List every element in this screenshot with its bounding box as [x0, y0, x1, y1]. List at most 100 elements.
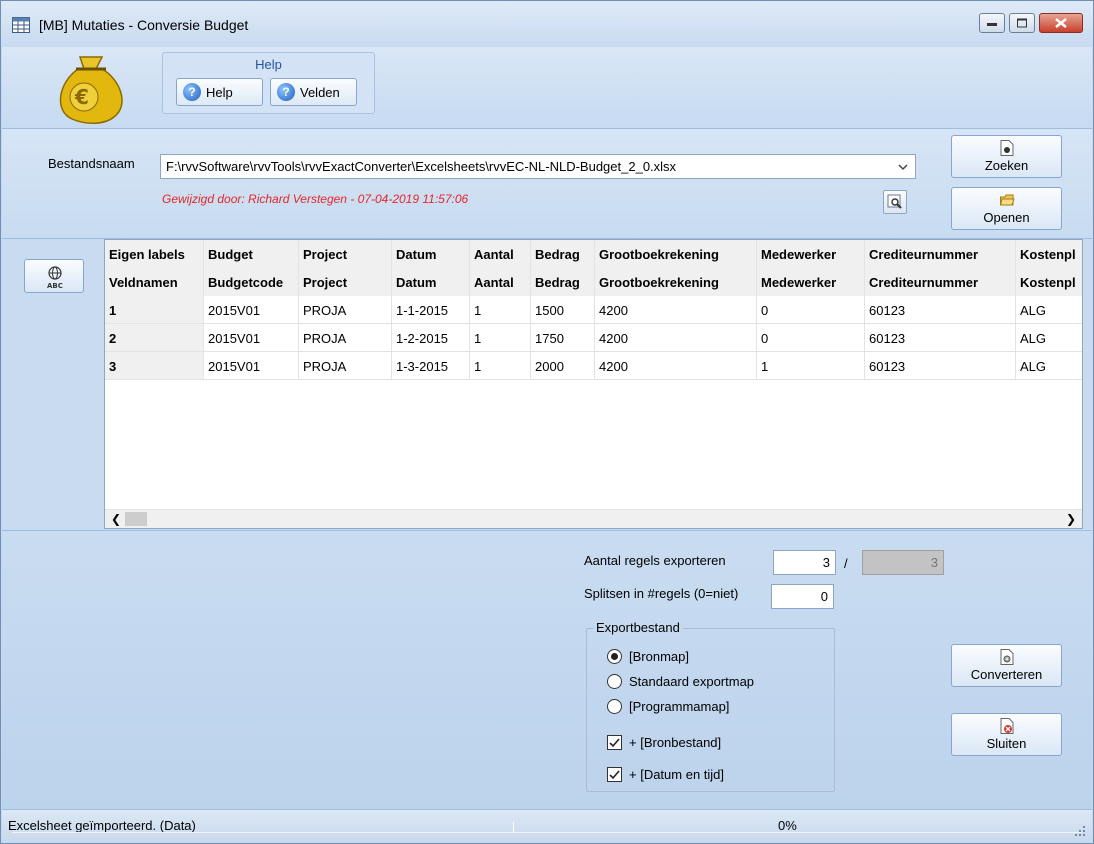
- chevron-left-icon[interactable]: ❮: [111, 512, 121, 526]
- table-cell[interactable]: 1750: [531, 324, 595, 351]
- svg-text:ABC: ABC: [47, 282, 63, 290]
- header-cell: Kostenpl: [1020, 275, 1076, 290]
- status-text: Excelsheet geïmporteerd. (Data): [8, 818, 196, 833]
- radio-source-folder-label: [Bronmap]: [629, 649, 689, 664]
- checkbox-checked[interactable]: [607, 767, 622, 782]
- row-number-cell[interactable]: 3: [105, 352, 204, 379]
- fields-button[interactable]: ? Velden: [270, 78, 357, 106]
- close-button[interactable]: Sluiten: [951, 713, 1062, 756]
- horizontal-scrollbar[interactable]: ❮ ❯: [105, 509, 1082, 528]
- help-button[interactable]: ? Help: [176, 78, 263, 106]
- table-cell[interactable]: 2015V01: [204, 352, 299, 379]
- convert-button-label: Converteren: [970, 667, 1043, 682]
- help-group-label: Help: [255, 57, 282, 72]
- export-rows-input[interactable]: 3: [773, 550, 836, 575]
- table-cell[interactable]: 1-3-2015: [392, 352, 470, 379]
- table-cell[interactable]: 60123: [865, 324, 1016, 351]
- header-cell: Veldnamen: [105, 268, 204, 296]
- table-cell[interactable]: ALG: [1016, 296, 1082, 323]
- table-cell[interactable]: 2015V01: [204, 296, 299, 323]
- table-row[interactable]: 1 2015V01 PROJA 1-1-2015 1 1500 4200 0 6…: [105, 296, 1082, 324]
- table-cell[interactable]: 1500: [531, 296, 595, 323]
- maximize-button[interactable]: [1009, 13, 1035, 33]
- header-cell: Medewerker: [757, 268, 865, 296]
- checkmark-icon: [609, 770, 620, 780]
- table-cell[interactable]: 0: [757, 324, 865, 351]
- table-cell[interactable]: 1-2-2015: [392, 324, 470, 351]
- minimize-button[interactable]: [979, 13, 1005, 33]
- filename-value: F:\rvvSoftware\rvvTools\rvvExactConverte…: [166, 159, 677, 174]
- grid-section: ABC Eigen labels Budget Project Datum Aa…: [2, 239, 1092, 531]
- total-rows-field: 3: [862, 550, 944, 575]
- chevron-down-icon[interactable]: [897, 161, 909, 173]
- slash-label: /: [844, 556, 848, 571]
- table-cell[interactable]: 60123: [865, 296, 1016, 323]
- grid-header-row-fields: Veldnamen Budgetcode Project Datum Aanta…: [105, 268, 1082, 296]
- resize-grip-icon[interactable]: [1074, 825, 1086, 837]
- table-cell[interactable]: 4200: [595, 296, 757, 323]
- table-cell[interactable]: PROJA: [299, 352, 392, 379]
- convert-button[interactable]: Converteren: [951, 644, 1062, 687]
- title-bar: [MB] Mutaties - Conversie Budget: [1, 1, 1093, 47]
- radio-button[interactable]: [607, 699, 622, 714]
- header-cell: Kostenpl: [1020, 247, 1076, 262]
- chevron-right-icon[interactable]: ❯: [1066, 512, 1076, 526]
- header-cell: Aantal: [470, 240, 531, 268]
- header-cell: Project: [299, 240, 392, 268]
- radio-button-checked[interactable]: [607, 649, 622, 664]
- table-row[interactable]: 2 2015V01 PROJA 1-2-2015 1 1750 4200 0 6…: [105, 324, 1082, 352]
- row-number-cell[interactable]: 2: [105, 324, 204, 351]
- progress-bar: [12, 832, 1082, 833]
- table-cell[interactable]: PROJA: [299, 324, 392, 351]
- row-number-cell[interactable]: 1: [105, 296, 204, 323]
- table-cell[interactable]: 1: [470, 324, 531, 351]
- table-cell[interactable]: 1: [757, 352, 865, 379]
- table-cell[interactable]: 2015V01: [204, 324, 299, 351]
- checkbox-datetime[interactable]: + [Datum en tijd]: [607, 767, 724, 782]
- document-close-icon: [1000, 718, 1013, 734]
- help-group: Help ? Help ? Velden: [162, 52, 375, 114]
- checkbox-checked[interactable]: [607, 735, 622, 750]
- header-cell: Budgetcode: [204, 268, 299, 296]
- radio-source-folder[interactable]: [Bronmap]: [607, 649, 689, 664]
- header-cell: Crediteurnummer: [865, 268, 1016, 296]
- table-cell[interactable]: 0: [757, 296, 865, 323]
- table-cell[interactable]: 4200: [595, 324, 757, 351]
- main-window: [MB] Mutaties - Conversie Budget € Help: [0, 0, 1094, 844]
- table-cell[interactable]: 1-1-2015: [392, 296, 470, 323]
- document-search-icon: [1000, 140, 1013, 156]
- radio-default-folder[interactable]: Standaard exportmap: [607, 674, 754, 689]
- close-window-button[interactable]: [1039, 13, 1083, 33]
- labels-toggle-button[interactable]: ABC: [24, 259, 84, 293]
- table-cell[interactable]: ALG: [1016, 352, 1082, 379]
- table-cell[interactable]: 4200: [595, 352, 757, 379]
- checkbox-source-file[interactable]: + [Bronbestand]: [607, 735, 721, 750]
- table-row[interactable]: 3 2015V01 PROJA 1-3-2015 1 2000 4200 1 6…: [105, 352, 1082, 380]
- preview-button[interactable]: [883, 190, 907, 214]
- question-icon: ?: [277, 83, 295, 101]
- table-cell[interactable]: 1: [470, 296, 531, 323]
- window-controls: [979, 13, 1083, 33]
- table-cell[interactable]: 2000: [531, 352, 595, 379]
- document-gear-icon: [1000, 649, 1013, 665]
- svg-text:€: €: [74, 85, 89, 109]
- header-cell: Bedrag: [531, 268, 595, 296]
- header-cell: Grootboekrekening: [595, 240, 757, 268]
- data-grid[interactable]: Eigen labels Budget Project Datum Aantal…: [104, 239, 1083, 529]
- table-cell[interactable]: 1: [470, 352, 531, 379]
- search-button[interactable]: Zoeken: [951, 135, 1062, 178]
- split-rows-label: Splitsen in #regels (0=niet): [584, 586, 739, 601]
- split-rows-input[interactable]: 0: [771, 584, 834, 609]
- header-cell: Datum: [392, 240, 470, 268]
- radio-button[interactable]: [607, 674, 622, 689]
- scrollbar-thumb[interactable]: [125, 512, 147, 526]
- export-file-group: Exportbestand [Bronmap] Standaard export…: [586, 620, 835, 792]
- file-section: Bestandsnaam F:\rvvSoftware\rvvTools\rvv…: [2, 129, 1092, 239]
- radio-program-folder[interactable]: [Programmamap]: [607, 699, 729, 714]
- table-cell[interactable]: ALG: [1016, 324, 1082, 351]
- open-button[interactable]: Openen: [951, 187, 1062, 230]
- ribbon: € Help ? Help ? Velden: [2, 47, 1092, 129]
- table-cell[interactable]: PROJA: [299, 296, 392, 323]
- table-cell[interactable]: 60123: [865, 352, 1016, 379]
- filename-combobox[interactable]: F:\rvvSoftware\rvvTools\rvvExactConverte…: [160, 154, 916, 179]
